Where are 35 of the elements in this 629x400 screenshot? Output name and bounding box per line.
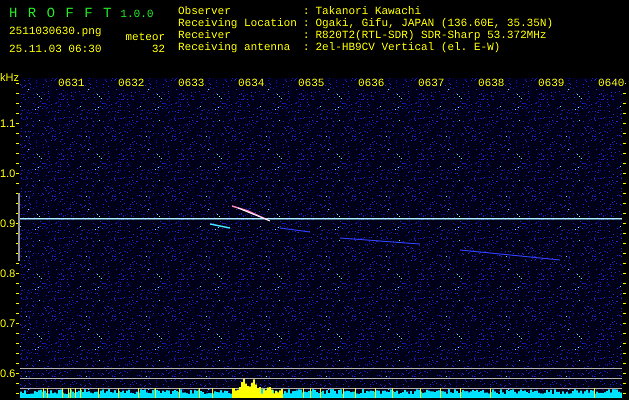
info-label: Receiving Location <box>178 18 297 30</box>
info-value: Ogaki, Gifu, JAPAN (136.60E, 35.35N) <box>315 18 554 30</box>
axis-unit: kHz <box>0 72 19 84</box>
info-label: Observer <box>178 6 232 18</box>
info-value: Takanori Kawachi <box>315 6 422 18</box>
time-label: 0631 <box>57 78 86 90</box>
timestamp: 25.11.03 06:30 <box>9 44 102 56</box>
axis-label: 0.8 <box>0 268 16 280</box>
axis-label: 0.9 <box>0 218 16 230</box>
time-label: 0635 <box>297 78 326 90</box>
axis-label: 1.0 <box>0 168 16 180</box>
separator: : <box>302 6 310 18</box>
time-label: 0638 <box>477 78 506 90</box>
axis-label: 1.1 <box>0 118 16 130</box>
time-label: 0633 <box>177 78 206 90</box>
app-name: H R O F F T <box>9 6 112 22</box>
time-label: 0637 <box>417 78 446 90</box>
info-label: Receiving antenna <box>178 42 292 54</box>
time-label: 0639 <box>537 78 566 90</box>
axis-label: 0.7 <box>0 318 16 330</box>
meteor-count: 32 <box>152 44 166 56</box>
separator: : <box>302 30 310 42</box>
version-label: 1.0.0 <box>120 9 154 21</box>
meteor-label: meteor <box>125 32 166 44</box>
time-label: 0640 <box>597 78 626 90</box>
info-value: 2el-HB9CV Vertical (el. E-W) <box>315 42 502 54</box>
axis-label: 0.6 <box>0 368 16 380</box>
separator: : <box>302 18 310 30</box>
info-label: Receiver <box>178 30 232 42</box>
time-label: 0636 <box>357 78 386 90</box>
file-name: 2511030630.png <box>9 26 102 38</box>
time-label: 0632 <box>117 78 146 90</box>
separator: : <box>302 42 310 54</box>
time-label: 0634 <box>237 78 266 90</box>
info-value: R820T2(RTL-SDR) SDR-Sharp 53.372MHz <box>315 30 548 42</box>
